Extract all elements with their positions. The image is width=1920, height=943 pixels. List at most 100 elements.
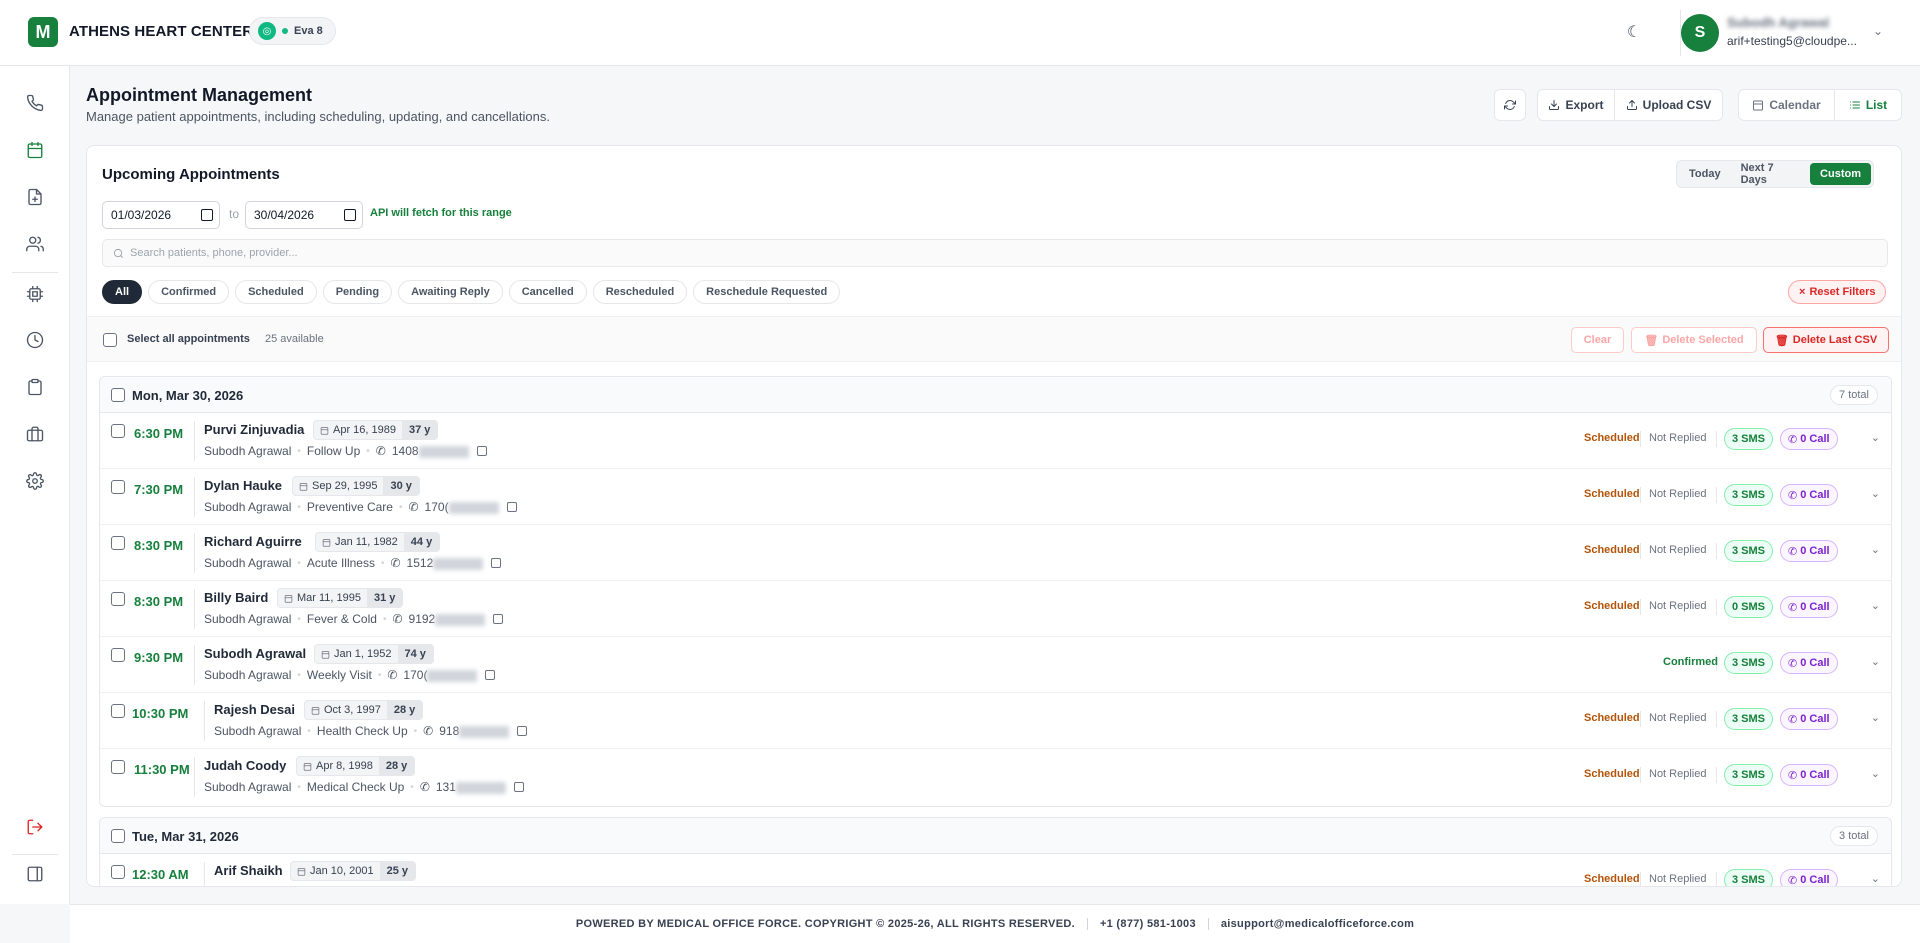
call-count-badge[interactable]: ✆ 0 Call [1780,596,1838,618]
reset-filters-button[interactable]: × Reset Filters [1788,280,1887,304]
filter-scheduled[interactable]: Scheduled [235,280,317,304]
select-all-checkbox[interactable] [103,333,117,347]
provider-name: Subodh Agrawal [204,668,292,682]
calendar-view-button[interactable]: Calendar [1738,89,1835,121]
sms-count-badge[interactable]: 3 SMS [1724,869,1774,886]
copy-icon[interactable] [493,614,504,624]
patient-name[interactable]: Judah Coody [204,758,286,773]
copy-icon[interactable] [485,670,496,680]
copy-icon[interactable] [513,782,524,792]
filter-pending[interactable]: Pending [322,280,393,304]
chevron-down-icon[interactable]: ⌄ [1871,872,1880,885]
clock-icon[interactable] [23,328,47,352]
chevron-down-icon[interactable]: ⌄ [1871,599,1880,612]
file-plus-icon[interactable] [23,185,47,209]
call-count-badge[interactable]: ✆ 0 Call [1780,652,1838,674]
copy-icon[interactable] [517,726,528,736]
delete-last-csv-button[interactable]: 🗑 Delete Last CSV [1763,327,1889,353]
chip-icon[interactable] [23,282,47,306]
appointment-row[interactable]: 10:30 PM Rajesh Desai Oct 3, 1997 28 y Subod… [100,693,1891,749]
call-count-badge[interactable]: ✆ 0 Call [1780,540,1838,562]
upload-csv-button[interactable]: Upload CSV [1614,89,1723,121]
users-icon[interactable] [23,232,47,256]
patient-name[interactable]: Richard Aguirre [204,534,302,549]
list-view-button[interactable]: List [1834,89,1902,121]
sms-count-badge[interactable]: 3 SMS [1724,428,1774,450]
chevron-down-icon[interactable]: ⌄ [1871,655,1880,668]
sms-count-badge[interactable]: 0 SMS [1724,596,1774,618]
gear-icon[interactable] [23,469,47,493]
sms-count-badge[interactable]: 3 SMS [1724,708,1774,730]
briefcase-icon[interactable] [23,422,47,446]
agent-status-pill[interactable]: ◎ Eva 8 [249,17,336,45]
appointment-row[interactable]: 8:30 PM Richard Aguirre Jan 11, 1982 44 y Su… [100,525,1891,581]
patient-name[interactable]: Purvi Zinjuvadia [204,422,304,437]
app-logo[interactable]: M [28,17,58,47]
moon-icon[interactable]: ☾ [1623,21,1645,43]
row-checkbox[interactable] [111,648,125,662]
phone-icon: ✆ [1788,713,1798,726]
calendar-icon[interactable] [23,138,47,162]
appointment-row[interactable]: 7:30 PM Dylan Hauke Sep 29, 1995 30 y Subodh… [100,469,1891,525]
row-checkbox[interactable] [111,865,125,879]
filter-all[interactable]: All [102,280,143,304]
date-from-input[interactable]: 01/03/2026 [102,201,220,229]
row-checkbox[interactable] [111,480,125,494]
patient-name[interactable]: Subodh Agrawal [204,646,306,661]
chevron-down-icon[interactable]: ⌄ [1871,487,1880,500]
logout-icon[interactable] [23,815,47,839]
user-menu[interactable]: S Subodh Agrawal arif+testing5@cloudpe..… [1680,10,1900,56]
sidebar-toggle-icon[interactable] [23,862,47,886]
filter-rescheduled[interactable]: Rescheduled [592,280,688,304]
filter-cancelled[interactable]: Cancelled [508,280,587,304]
refresh-button[interactable] [1494,89,1526,121]
sms-count-badge[interactable]: 3 SMS [1724,540,1774,562]
call-count-badge[interactable]: ✆ 0 Call [1780,869,1838,886]
range-next-7-days[interactable]: Next 7 Days [1731,162,1810,186]
call-count-badge[interactable]: ✆ 0 Call [1780,484,1838,506]
chevron-down-icon[interactable]: ⌄ [1871,711,1880,724]
group-checkbox[interactable] [111,388,125,402]
row-checkbox[interactable] [111,536,125,550]
row-checkbox[interactable] [111,424,125,438]
filter-confirmed[interactable]: Confirmed [148,280,230,304]
filter-reschedule-requested[interactable]: Reschedule Requested [693,280,841,304]
appointment-row[interactable]: 12:30 AM Arif Shaikh Jan 10, 2001 25 y ⌄ ✆ 0 C… [100,854,1891,886]
delete-selected-button[interactable]: 🗑 Delete Selected [1631,327,1757,353]
sms-count-badge[interactable]: 3 SMS [1724,484,1774,506]
copy-icon[interactable] [491,558,502,568]
search-input[interactable] [130,247,730,259]
patient-name[interactable]: Rajesh Desai [214,702,295,717]
chevron-down-icon[interactable]: ⌄ [1871,543,1880,556]
copy-icon[interactable] [476,446,487,456]
filter-awaiting-reply[interactable]: Awaiting Reply [398,280,503,304]
call-count-badge[interactable]: ✆ 0 Call [1780,764,1838,786]
appointment-row[interactable]: 8:30 PM Billy Baird Mar 11, 1995 31 y Subodh… [100,581,1891,637]
patient-name[interactable]: Billy Baird [204,590,268,605]
sms-count-badge[interactable]: 3 SMS [1724,764,1774,786]
sms-count-badge[interactable]: 3 SMS [1724,652,1774,674]
patient-name[interactable]: Arif Shaikh [214,863,283,878]
support-phone[interactable]: +1 (877) 581-1003 [1100,918,1196,930]
group-checkbox[interactable] [111,829,125,843]
row-checkbox[interactable] [111,704,125,718]
phone-icon[interactable] [23,91,47,115]
row-checkbox[interactable] [111,592,125,606]
export-button[interactable]: Export [1537,89,1615,121]
date-to-input[interactable]: 30/04/2026 [245,201,363,229]
clipboard-icon[interactable] [23,375,47,399]
appointment-row[interactable]: 6:30 PM Purvi Zinjuvadia Apr 16, 1989 37 y S… [100,413,1891,469]
chevron-down-icon[interactable]: ⌄ [1871,767,1880,780]
call-count-badge[interactable]: ✆ 0 Call [1780,708,1838,730]
appointment-row[interactable]: 11:30 PM Judah Coody Apr 8, 1998 28 y Subodh… [100,749,1891,805]
support-email[interactable]: aisupport@medicalofficeforce.com [1221,918,1414,930]
range-custom[interactable]: Custom [1810,163,1871,185]
patient-name[interactable]: Dylan Hauke [204,478,282,493]
copy-icon[interactable] [506,502,517,512]
chevron-down-icon[interactable]: ⌄ [1871,431,1880,444]
clear-button[interactable]: Clear [1571,327,1624,353]
row-checkbox[interactable] [111,760,125,774]
appointment-row[interactable]: 9:30 PM Subodh Agrawal Jan 1, 1952 74 y Subo… [100,637,1891,693]
range-today[interactable]: Today [1679,163,1731,185]
call-count-badge[interactable]: ✆ 0 Call [1780,428,1838,450]
